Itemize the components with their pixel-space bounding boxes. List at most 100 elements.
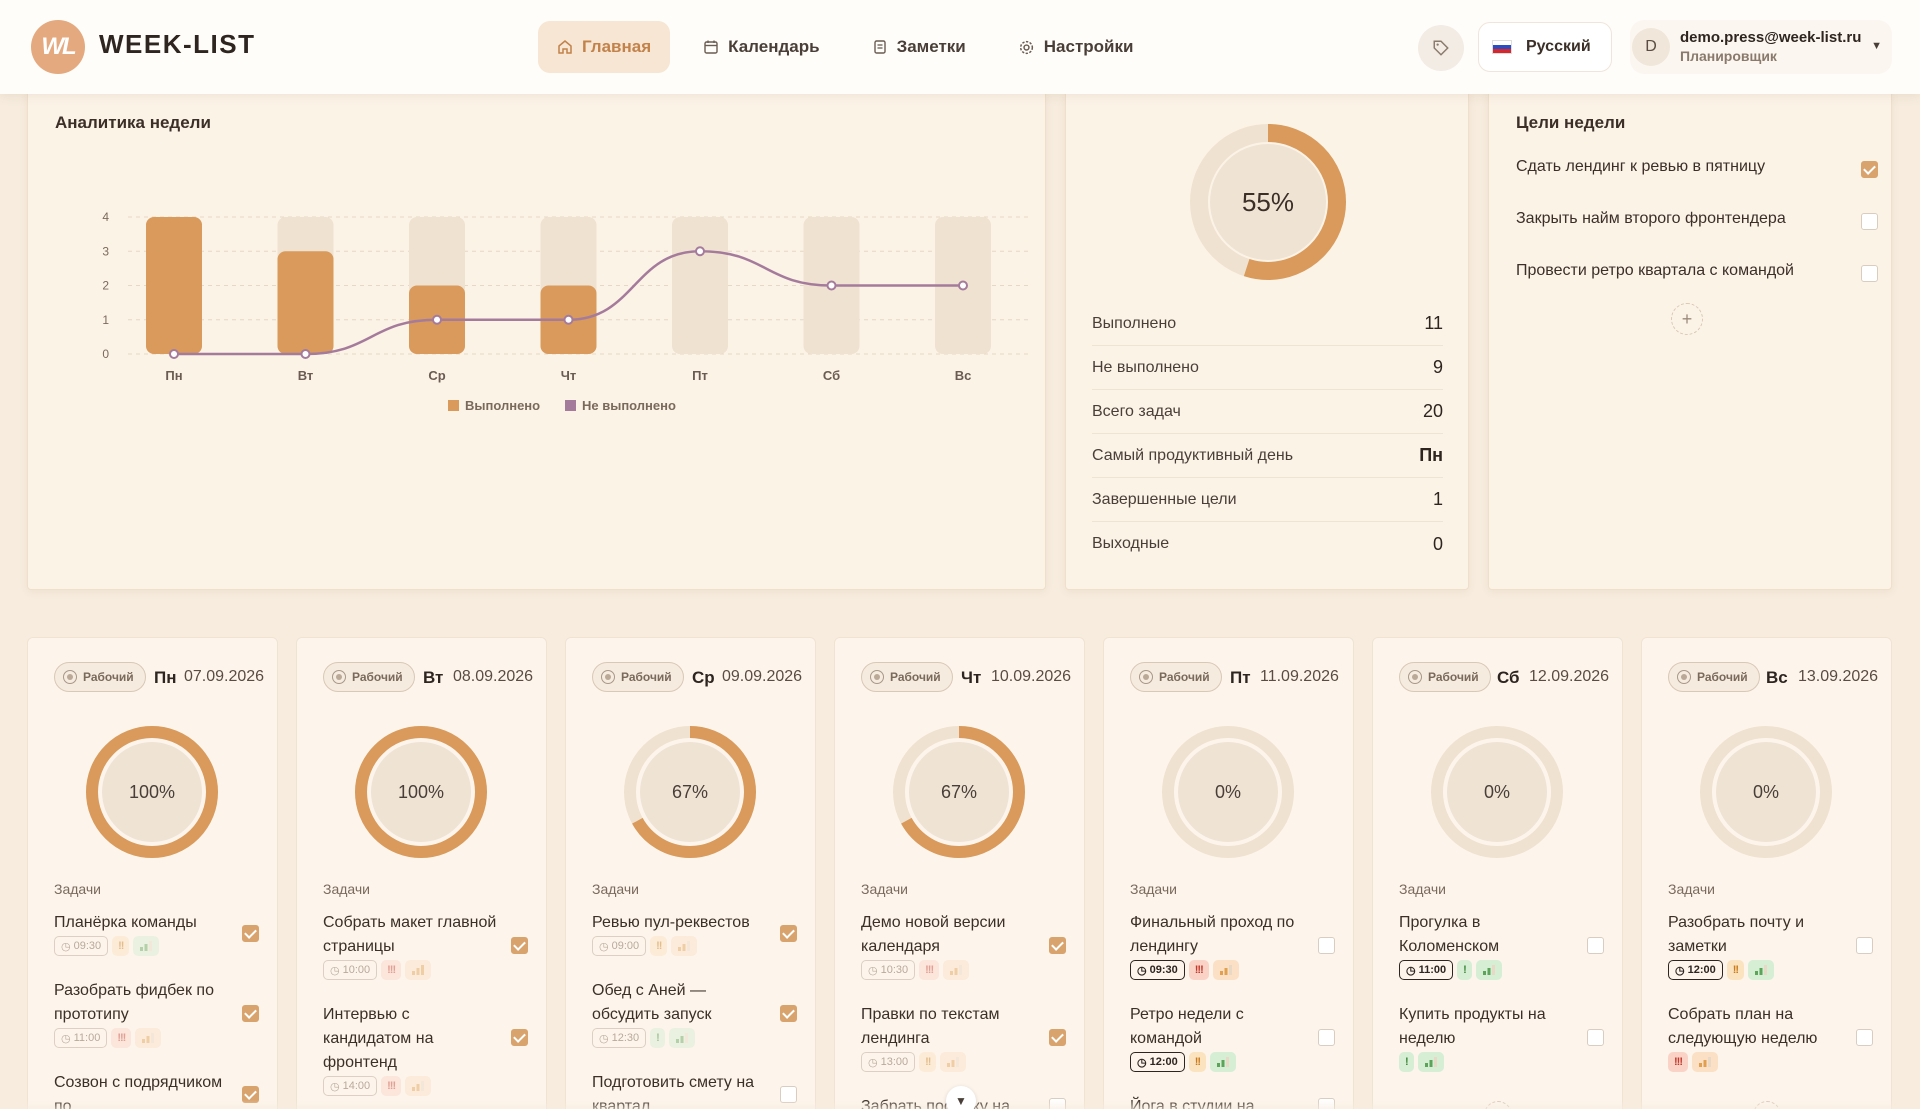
tasks-label: Задачи — [861, 881, 909, 897]
nav-home[interactable]: Главная — [538, 21, 671, 73]
day-percent: 0% — [1752, 781, 1779, 802]
calendar-icon — [704, 40, 718, 54]
day-name: Пт — [1230, 668, 1251, 687]
stat-weekends: Выходные 0 — [1092, 522, 1443, 566]
day-type-badge[interactable]: Рабочий — [592, 662, 684, 692]
task-checkbox[interactable] — [242, 925, 259, 942]
task-checkbox[interactable] — [1049, 937, 1066, 954]
summary-percent: 55% — [1241, 186, 1295, 217]
task-item[interactable]: Обед с Аней — обсудить запуск ◷ 12:30! — [592, 979, 797, 1048]
task-title: Купить продукты на неделю — [1399, 1006, 1546, 1047]
task-time-value: 12:00 — [1149, 1056, 1178, 1068]
day-card-3: Рабочий Чт 10.09.2026 67% Задачи Демо но… — [834, 637, 1085, 1109]
day-percent: 67% — [671, 781, 709, 802]
goal-checkbox[interactable] — [1861, 213, 1878, 230]
task-checkbox[interactable] — [780, 1005, 797, 1022]
clock-icon: ◷ — [1406, 964, 1416, 977]
summary-panel: 55% Выполнено 11 Не выполнено 9 Всего зада… — [1065, 90, 1469, 590]
goal-item[interactable]: Закрыть найм второго фронтендера — [1516, 210, 1878, 234]
x-tick-label: Вт — [298, 368, 314, 383]
task-item[interactable]: Купить продукты на неделю ! — [1399, 1003, 1604, 1072]
task-meta: ◷ 10:00!!! — [323, 960, 528, 980]
task-item[interactable]: Собрать план на следующую неделю !!! — [1668, 1003, 1873, 1072]
task-meta: ◷ 11:00!!! — [54, 1028, 259, 1048]
bar — [146, 217, 202, 354]
task-checkbox[interactable] — [511, 937, 528, 954]
task-time: ◷ 11:00 — [54, 1028, 108, 1048]
goals-title: Цели недели — [1516, 113, 1626, 132]
task-checkbox[interactable] — [1587, 937, 1604, 954]
task-item[interactable]: Правки по текстам лендинга ◷ 13:00!! — [861, 1003, 1066, 1072]
bar-chart-icon — [940, 1052, 967, 1072]
task-item[interactable]: Собрать макет главной страницы ◷ 10:00!!! — [323, 911, 528, 980]
task-item[interactable]: Прогулка в Коломенском ◷ 11:00! — [1399, 911, 1604, 980]
task-item[interactable]: Финальный проход по лендингу ◷ 09:30!!! — [1130, 911, 1335, 980]
task-meta: ◷ 12:30! — [592, 1028, 797, 1048]
home-icon — [558, 40, 572, 54]
task-item[interactable]: Разобрать фидбек по прототипу ◷ 11:00!!! — [54, 979, 259, 1048]
task-time-value: 12:00 — [1687, 964, 1716, 976]
goal-item[interactable]: Провести ретро квартала с командой — [1516, 262, 1878, 286]
day-type-badge[interactable]: Рабочий — [323, 662, 415, 692]
day-name: Сб — [1497, 668, 1520, 687]
gear-icon — [1019, 40, 1033, 54]
nav-calendar[interactable]: Календарь — [684, 21, 838, 73]
day-type-badge[interactable]: Рабочий — [54, 662, 146, 692]
goal-checkbox[interactable] — [1861, 265, 1878, 282]
goal-item[interactable]: Сдать лендинг к ревью в пятницу — [1516, 158, 1878, 182]
notes-icon — [873, 40, 886, 54]
scroll-down-button[interactable]: ▼ — [946, 1086, 976, 1109]
bar-chart-icon — [135, 1028, 162, 1048]
nav-settings[interactable]: Настройки — [999, 21, 1153, 73]
logo-icon[interactable]: WL — [31, 20, 85, 74]
task-time-value: 11:00 — [73, 1032, 101, 1044]
task-meta: ◷ 09:00!! — [592, 936, 797, 956]
sun-icon — [1677, 670, 1691, 684]
stat-value: 11 — [1424, 313, 1443, 333]
day-type-badge[interactable]: Рабочий — [1668, 662, 1760, 692]
user-menu[interactable]: D demo.press@week-list.ru Планировщик ▼ — [1630, 20, 1892, 74]
tags-button[interactable] — [1418, 25, 1464, 71]
day-type-badge[interactable]: Рабочий — [1399, 662, 1491, 692]
task-checkbox[interactable] — [1318, 1029, 1335, 1046]
task-item[interactable]: Ревью пул-реквестов ◷ 09:00!! — [592, 911, 797, 956]
task-item[interactable]: Разобрать почту и заметки ◷ 12:00!! — [1668, 911, 1873, 980]
y-tick-label: 1 — [102, 313, 109, 327]
clock-icon: ◷ — [599, 940, 609, 953]
goal-checkbox[interactable] — [1861, 161, 1878, 178]
task-checkbox[interactable] — [1856, 1029, 1873, 1046]
task-meta: ◷ 13:00!! — [861, 1052, 1066, 1072]
app-header: WL WEEK-LIST Главная Календарь Заметки Н… — [0, 0, 1920, 94]
stat-label: Завершенные цели — [1092, 490, 1237, 508]
language-selector[interactable]: Русский — [1478, 22, 1612, 72]
task-title: Разобрать почту и заметки — [1668, 914, 1805, 955]
bar — [277, 251, 334, 354]
day-type-badge[interactable]: Рабочий — [861, 662, 953, 692]
task-checkbox[interactable] — [242, 1005, 259, 1022]
task-checkbox[interactable] — [511, 1029, 528, 1046]
task-item[interactable]: Планёрка команды ◷ 09:30!! — [54, 911, 259, 956]
line-point — [826, 280, 837, 291]
task-checkbox[interactable] — [1318, 937, 1335, 954]
nav-notes[interactable]: Заметки — [853, 21, 985, 73]
add-goal-button[interactable]: + — [1671, 303, 1703, 335]
day-percent: 67% — [940, 781, 978, 802]
x-tick-label: Пн — [165, 368, 182, 383]
task-checkbox[interactable] — [1856, 937, 1873, 954]
task-title: Интервью с кандидатом на фронтенд — [323, 1006, 434, 1071]
task-item[interactable]: Ретро недели с командой ◷ 12:00!! — [1130, 1003, 1335, 1072]
tasks-label: Задачи — [592, 881, 640, 897]
day-type-badge[interactable]: Рабочий — [1130, 662, 1222, 692]
task-checkbox[interactable] — [1049, 1029, 1066, 1046]
task-item[interactable]: Интервью с кандидатом на фронтенд ◷ 14:00… — [323, 1003, 528, 1096]
priority-badge: ! — [650, 1028, 665, 1048]
bar-chart-icon — [1210, 1052, 1237, 1072]
task-title: Разобрать фидбек по прототипу — [54, 982, 214, 1023]
app-name[interactable]: WEEK-LIST — [99, 29, 256, 60]
legend-swatch — [565, 400, 576, 411]
goal-text: Провести ретро квартала с командой — [1516, 262, 1794, 279]
task-item[interactable]: Демо новой версии календаря ◷ 10:30!!! — [861, 911, 1066, 980]
task-checkbox[interactable] — [780, 925, 797, 942]
task-checkbox[interactable] — [1587, 1029, 1604, 1046]
priority-badge: !!! — [1188, 960, 1209, 980]
